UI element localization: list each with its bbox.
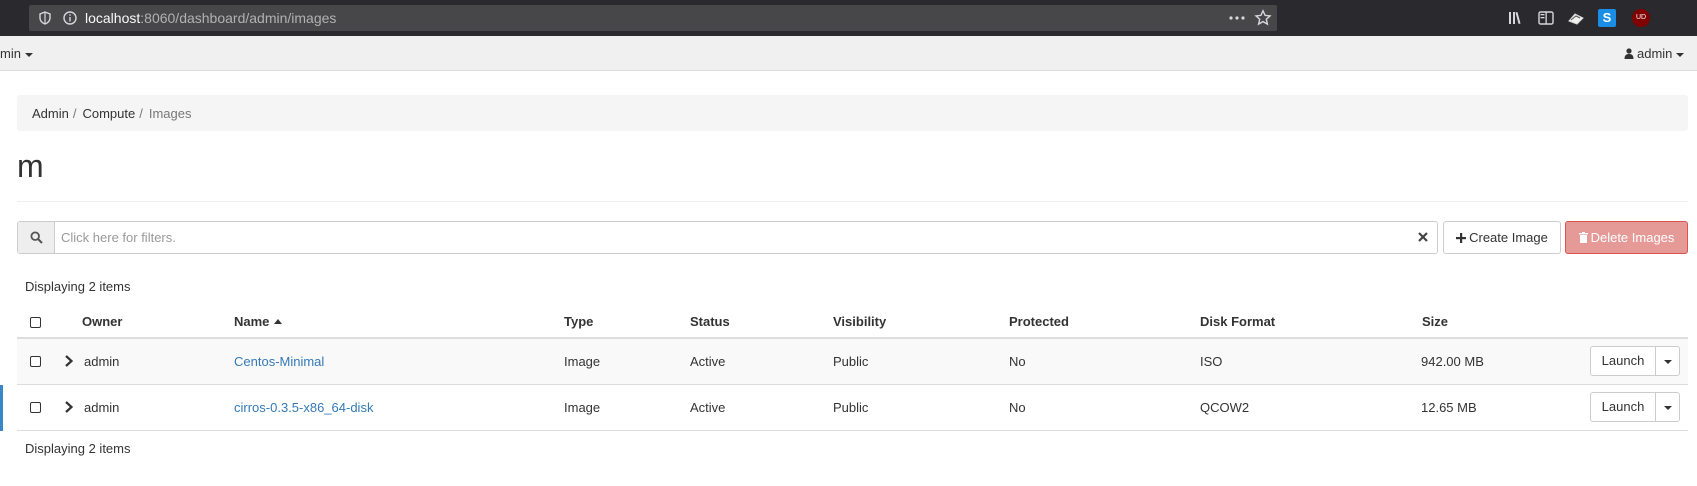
cell-size: 12.65 MB (1421, 400, 1477, 415)
select-all-checkbox[interactable] (30, 317, 41, 328)
cell-owner: admin (84, 400, 120, 415)
cell-protected: No (1009, 400, 1026, 415)
caret-down-icon (1676, 52, 1685, 57)
caret-down-icon (1664, 360, 1672, 364)
breadcrumb-separator: / (139, 106, 143, 121)
launch-button[interactable]: Launch (1590, 346, 1656, 376)
breadcrumb: Admin / Compute / Images (17, 95, 1688, 131)
sidebar-icon[interactable] (1537, 9, 1555, 27)
s-extension-icon[interactable]: S (1598, 9, 1616, 27)
breadcrumb-compute[interactable]: Compute (82, 106, 135, 121)
column-status[interactable]: Status (690, 314, 730, 329)
cell-protected: No (1009, 354, 1026, 369)
cell-status: Active (690, 354, 726, 369)
column-name-label: Name (234, 314, 270, 329)
cell-type: Image (564, 354, 601, 369)
launch-button[interactable]: Launch (1590, 392, 1656, 422)
library-icon[interactable] (1507, 9, 1525, 27)
filter-bar (17, 221, 1438, 254)
search-icon (30, 231, 43, 244)
row-checkbox[interactable] (30, 402, 41, 413)
filter-input[interactable] (55, 222, 1395, 253)
column-name[interactable]: Name (234, 314, 283, 329)
browser-toolbar: localhost:8060/dashboard/admin/images S … (0, 0, 1697, 36)
star-icon[interactable] (1254, 9, 1272, 27)
cell-status: Active (690, 400, 726, 415)
user-dropdown[interactable]: admin (1624, 46, 1685, 61)
caret-down-icon (24, 52, 33, 57)
cell-visibility: Public (833, 400, 869, 415)
table-row[interactable]: admin Centos-Minimal Image Active Public… (17, 339, 1688, 385)
plus-icon (1456, 233, 1467, 243)
item-count-bottom: Displaying 2 items (25, 441, 131, 456)
ublock-icon[interactable]: UD (1632, 9, 1650, 27)
url-text[interactable]: localhost:8060/dashboard/admin/images (85, 10, 336, 26)
column-protected[interactable]: Protected (1009, 314, 1069, 329)
item-count-top: Displaying 2 items (25, 279, 131, 294)
page-title: m (17, 148, 44, 184)
url-bar[interactable]: localhost:8060/dashboard/admin/images (29, 5, 1277, 31)
breadcrumb-images: Images (148, 106, 192, 121)
info-icon[interactable] (62, 10, 78, 26)
row-actions-dropdown[interactable] (1655, 346, 1680, 376)
cell-size: 942.00 MB (1421, 354, 1484, 369)
project-label: min (0, 46, 21, 61)
column-size[interactable]: Size (1422, 314, 1448, 329)
row-actions-dropdown[interactable] (1655, 392, 1680, 422)
user-label: admin (1637, 46, 1673, 61)
image-name-link[interactable]: Centos-Minimal (234, 354, 324, 369)
breadcrumb-separator: / (72, 106, 77, 121)
create-image-label: Create Image (1469, 230, 1548, 245)
column-disk-format[interactable]: Disk Format (1200, 314, 1275, 329)
table-row[interactable]: admin cirros-0.3.5-x86_64-disk Image Act… (0, 385, 1688, 431)
project-dropdown[interactable]: min (0, 46, 33, 61)
table-header: Owner Name Type Status Visibility Protec… (17, 305, 1688, 339)
search-addon (18, 222, 55, 253)
cell-disk-format: QCOW2 (1200, 400, 1250, 415)
url-host: localhost (85, 10, 141, 26)
title-divider (17, 201, 1688, 202)
top-navbar: min admin (0, 36, 1697, 71)
cell-type: Image (564, 400, 601, 415)
column-type[interactable]: Type (564, 314, 593, 329)
column-visibility[interactable]: Visibility (833, 314, 886, 329)
breadcrumb-admin[interactable]: Admin (32, 106, 69, 121)
row-checkbox[interactable] (30, 356, 41, 367)
chevron-right-icon[interactable] (64, 401, 74, 413)
more-icon[interactable] (1228, 9, 1246, 27)
cell-disk-format: ISO (1200, 354, 1223, 369)
extension-icon[interactable] (1567, 9, 1585, 27)
sort-ascending-icon (274, 319, 283, 324)
column-owner[interactable]: Owner (82, 314, 122, 329)
shield-icon[interactable] (37, 10, 53, 26)
caret-down-icon (1664, 406, 1672, 410)
cell-owner: admin (84, 354, 120, 369)
ublock-badge: UD (1635, 14, 1647, 21)
url-path: :8060/dashboard/admin/images (140, 10, 337, 26)
create-image-button[interactable]: Create Image (1443, 221, 1561, 254)
chevron-right-icon[interactable] (64, 355, 74, 367)
image-name-link[interactable]: cirros-0.3.5-x86_64-disk (234, 400, 373, 415)
delete-images-button[interactable]: Delete Images (1565, 221, 1688, 254)
clear-filter-icon[interactable] (1417, 231, 1429, 243)
delete-images-label: Delete Images (1590, 230, 1675, 245)
trash-icon (1578, 232, 1588, 243)
user-icon (1624, 48, 1634, 59)
cell-visibility: Public (833, 354, 869, 369)
